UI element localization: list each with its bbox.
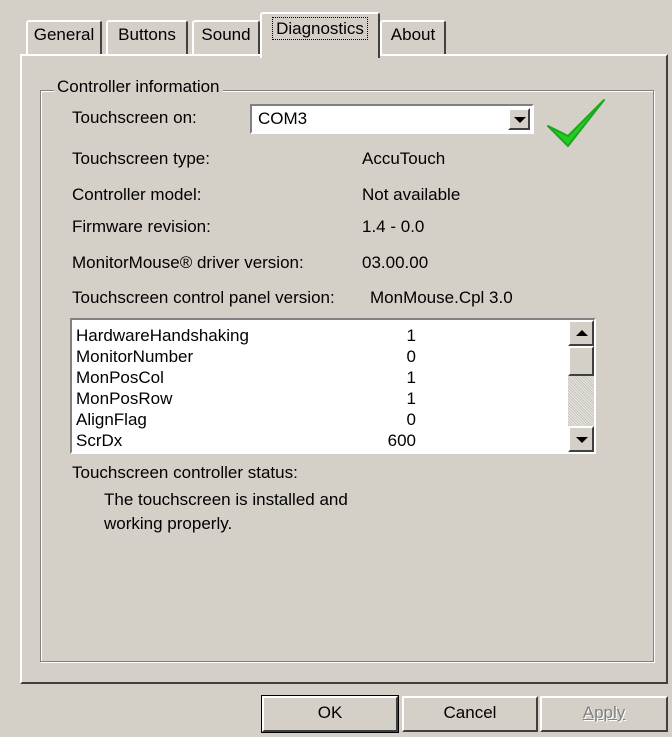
list-item-value: 1 (406, 389, 416, 408)
tab-about-label: About (390, 25, 436, 44)
list-item-key: HardwareHandshaking (76, 326, 249, 345)
list-item-key: MonPosCol (76, 368, 164, 387)
registry-listbox[interactable]: HardwareHandshaking 1 MonitorNumber 0 Mo… (70, 318, 596, 454)
list-scrollbar[interactable] (568, 320, 594, 452)
controller-status-text: The touchscreen is installed and working… (104, 490, 348, 533)
port-select-dropdown-button[interactable] (508, 108, 530, 130)
list-item-value: 1 (406, 326, 416, 345)
control-panel-version-label: Touchscreen control panel version: (72, 288, 335, 307)
tab-buttons[interactable]: Buttons (106, 20, 188, 54)
list-item[interactable]: ScrDx 600 (76, 431, 566, 452)
controller-model-value: Not available (362, 185, 461, 204)
touchscreen-on-label: Touchscreen on: (72, 108, 197, 127)
cancel-button[interactable]: Cancel (402, 696, 538, 732)
checkmark-icon (547, 99, 605, 147)
list-item-key: MonPosRow (76, 389, 173, 408)
scroll-down-button[interactable] (568, 426, 594, 452)
driver-version-label: MonitorMouse® driver version: (72, 253, 304, 272)
list-item[interactable]: AlignFlag 0 (76, 410, 566, 431)
port-select[interactable]: COM3 (250, 104, 534, 134)
firmware-revision-label: Firmware revision: (72, 217, 211, 236)
tab-about[interactable]: About (380, 20, 446, 54)
ok-button-label: OK (317, 703, 343, 722)
tab-buttons-label: Buttons (118, 25, 176, 44)
list-item-value: 600 (387, 431, 416, 450)
tab-diagnostics[interactable]: Diagnostics (260, 12, 380, 58)
scroll-up-button[interactable] (568, 320, 594, 346)
tab-general-label: General (33, 25, 95, 44)
chevron-down-icon (514, 117, 526, 123)
list-item[interactable]: HardwareHandshaking 1 (76, 326, 566, 347)
list-item-value: 0 (406, 410, 416, 429)
tab-general[interactable]: General (26, 20, 102, 54)
tab-diagnostics-label: Diagnostics (272, 17, 368, 40)
scroll-thumb[interactable] (568, 346, 594, 376)
list-item-value: 1 (406, 368, 416, 387)
touchscreen-type-label: Touchscreen type: (72, 149, 210, 168)
controller-status-label: Touchscreen controller status: (72, 463, 298, 482)
list-item[interactable]: MonPosCol 1 (76, 368, 566, 389)
driver-version-value: 03.00.00 (362, 253, 429, 272)
ok-button[interactable]: OK (261, 695, 399, 733)
firmware-revision-value: 1.4 - 0.0 (362, 217, 425, 236)
port-select-value: COM3 (258, 109, 308, 128)
cancel-button-label: Cancel (443, 703, 497, 722)
touchscreen-type-value: AccuTouch (362, 149, 446, 168)
arrow-up-icon (576, 330, 588, 336)
list-item-key: MonitorNumber (76, 347, 194, 366)
list-item[interactable]: MonitorNumber 0 (76, 347, 566, 368)
control-panel-version-value: MonMouse.Cpl 3.0 (370, 288, 513, 307)
list-item-value: 0 (406, 347, 416, 366)
list-item-key: ScrDx (76, 431, 123, 450)
apply-button[interactable]: Apply (540, 696, 668, 732)
registry-list: HardwareHandshaking 1 MonitorNumber 0 Mo… (76, 326, 566, 452)
list-item-key: AlignFlag (76, 410, 147, 429)
tab-sound[interactable]: Sound (192, 20, 260, 54)
list-item[interactable]: MonPosRow 1 (76, 389, 566, 410)
arrow-down-icon (576, 437, 588, 443)
apply-button-label: Apply (582, 703, 626, 722)
tab-sound-label: Sound (201, 25, 251, 44)
controller-model-label: Controller model: (72, 185, 202, 204)
group-title: Controller information (54, 77, 223, 97)
